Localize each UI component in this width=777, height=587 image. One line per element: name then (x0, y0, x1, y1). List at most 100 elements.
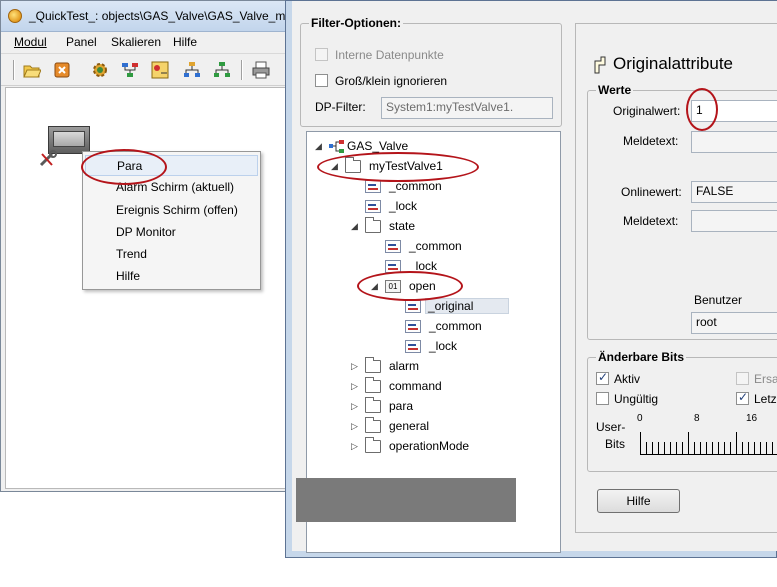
close-module-icon[interactable] (53, 61, 71, 79)
tree-node-common[interactable]: _common (351, 178, 531, 196)
menu-item-dp-monitor[interactable]: DP Monitor (85, 222, 258, 243)
bit-tick-mark (718, 442, 719, 454)
meldetext-online-label: Meldetext: (623, 214, 679, 228)
tree-node-lock[interactable]: _lock (351, 198, 531, 216)
tree-node-alarm[interactable]: ▷ alarm (351, 357, 531, 376)
tree-node-para[interactable]: ▷ para (351, 397, 531, 416)
tree-label-command: command (389, 379, 442, 393)
bit-tick-mark (748, 442, 749, 454)
expand-arrow-icon[interactable]: ▷ (351, 421, 361, 432)
user-bits-ruler[interactable] (640, 428, 777, 456)
collapse-arrow-icon[interactable]: ◢ (331, 161, 341, 172)
expand-arrow-icon[interactable]: ▷ (351, 441, 361, 452)
onlinewert-label: Onlinewert: (621, 185, 682, 199)
config-element-icon (385, 240, 401, 253)
folder-icon (345, 157, 361, 173)
bit-tick-8: 8 (694, 413, 700, 424)
folder-icon (365, 217, 381, 233)
tree-node-mytestvalve1[interactable]: ◢ myTestValve1 (331, 157, 531, 176)
originalwert-input[interactable]: 1 (691, 100, 777, 122)
tree-node-open-common[interactable]: _common (391, 318, 551, 336)
tree-node-command[interactable]: ▷ command (351, 377, 531, 396)
tree-node-open[interactable]: ◢ 01 open (371, 278, 541, 296)
quicktest-title-bar[interactable]: _QuickTest_: objects\GAS_Valve\GAS_Valve… (1, 1, 302, 32)
alarm-panel-icon[interactable] (151, 61, 169, 79)
filter-options-legend: Filter-Optionen: (309, 16, 403, 30)
print-icon[interactable] (252, 61, 270, 79)
onlinewert-field: FALSE (691, 181, 777, 203)
ungueltig-label: Ungültig (614, 392, 659, 406)
tree-node-open-lock[interactable]: _lock (391, 338, 551, 356)
bit-tick-mark (700, 442, 701, 454)
gear-icon[interactable] (91, 61, 109, 79)
bit-tick-mark (676, 442, 677, 454)
user-bits-label-1: User- (596, 420, 626, 434)
bit-tick-mark (766, 442, 767, 454)
werte-legend: Werte (596, 83, 634, 97)
tree-node-original[interactable]: _original (391, 298, 551, 316)
dp-filter-input[interactable]: System1:myTestValve1. (381, 97, 553, 119)
tree-node-gas-valve[interactable]: ◢ GAS_Valve (315, 138, 515, 156)
menu-item-trend[interactable]: Trend (85, 244, 258, 265)
bit-tick-mark (712, 442, 713, 454)
hierarchy-icon[interactable] (183, 61, 201, 79)
config-element-icon (365, 180, 381, 193)
collapse-arrow-icon[interactable]: ◢ (315, 141, 325, 152)
letzt-checkbox[interactable] (736, 390, 749, 405)
internal-datapoints-checkbox[interactable] (315, 48, 328, 61)
ruler-baseline (640, 454, 777, 455)
tree-label-common: _common (389, 179, 442, 193)
tree-label-operationmode: operationMode (389, 439, 470, 453)
open-folder-icon[interactable] (23, 61, 41, 79)
meldetext-label: Meldetext: (623, 134, 679, 148)
bit-tick-mark (730, 442, 731, 454)
menu-item-ereignis-schirm[interactable]: Ereignis Schirm (offen) (85, 200, 258, 221)
bit-tick-mark (664, 442, 665, 454)
case-insensitive-label: Groß/klein ignorieren (335, 74, 448, 88)
folder-icon (365, 357, 381, 373)
datapoint-tree-icon[interactable] (121, 61, 139, 79)
user-bits-label-2: Bits (605, 437, 626, 451)
bit-tick-mark (682, 442, 683, 454)
network-icon[interactable] (213, 61, 231, 79)
tree-node-general[interactable]: ▷ general (351, 417, 531, 436)
toolbar (1, 53, 291, 86)
folder-icon (365, 437, 381, 453)
menu-item-hilfe[interactable]: Hilfe (85, 266, 258, 287)
tree-node-state-lock[interactable]: _lock (371, 258, 541, 276)
context-menu: Para Alarm Schirm (aktuell) Ereignis Sch… (82, 151, 261, 290)
expand-arrow-icon[interactable]: ▷ (351, 361, 361, 372)
tree-label-gas-valve: GAS_Valve (347, 139, 409, 153)
expand-arrow-icon[interactable]: ▷ (351, 381, 361, 392)
tree-node-operationmode[interactable]: ▷ operationMode (351, 437, 551, 456)
hilfe-button[interactable]: Hilfe (597, 489, 680, 513)
bit-tick-mark (640, 432, 641, 454)
tree-node-state[interactable]: ◢ state (351, 217, 531, 236)
bit-tick-mark (646, 442, 647, 454)
tree-node-state-common[interactable]: _common (371, 238, 541, 256)
toolbar-grip (13, 60, 15, 80)
bit-tick-0: 0 (637, 413, 643, 424)
meldetext-field (691, 131, 777, 153)
case-insensitive-checkbox[interactable] (315, 74, 328, 87)
button-footer (296, 478, 516, 522)
menu-modul[interactable]: Modul (14, 35, 47, 49)
ungueltig-checkbox[interactable] (596, 392, 609, 405)
menu-hilfe[interactable]: Hilfe (173, 35, 197, 49)
expand-arrow-icon[interactable]: ▷ (351, 401, 361, 412)
collapse-arrow-icon[interactable]: ◢ (371, 281, 381, 292)
tree-label-original: _original (425, 298, 509, 314)
menu-item-para[interactable]: Para (85, 155, 258, 176)
menu-item-alarm-schirm[interactable]: Alarm Schirm (aktuell) (85, 177, 258, 198)
window-title: _QuickTest_: objects\GAS_Valve\GAS_Valve… (29, 9, 303, 23)
tree-label-state-common: _common (409, 239, 462, 253)
menu-skalieren[interactable]: Skalieren (111, 35, 161, 49)
collapse-arrow-icon[interactable]: ◢ (351, 221, 361, 232)
bit-tick-mark (724, 442, 725, 454)
filter-options-group: Filter-Optionen: Interne Datenpunkte Gro… (300, 16, 562, 127)
ersatzwert-checkbox[interactable] (736, 372, 749, 385)
menu-panel[interactable]: Panel (66, 35, 97, 49)
aktiv-checkbox[interactable] (596, 370, 609, 385)
config-element-icon (365, 200, 381, 213)
datapoint-type-icon (329, 140, 344, 153)
